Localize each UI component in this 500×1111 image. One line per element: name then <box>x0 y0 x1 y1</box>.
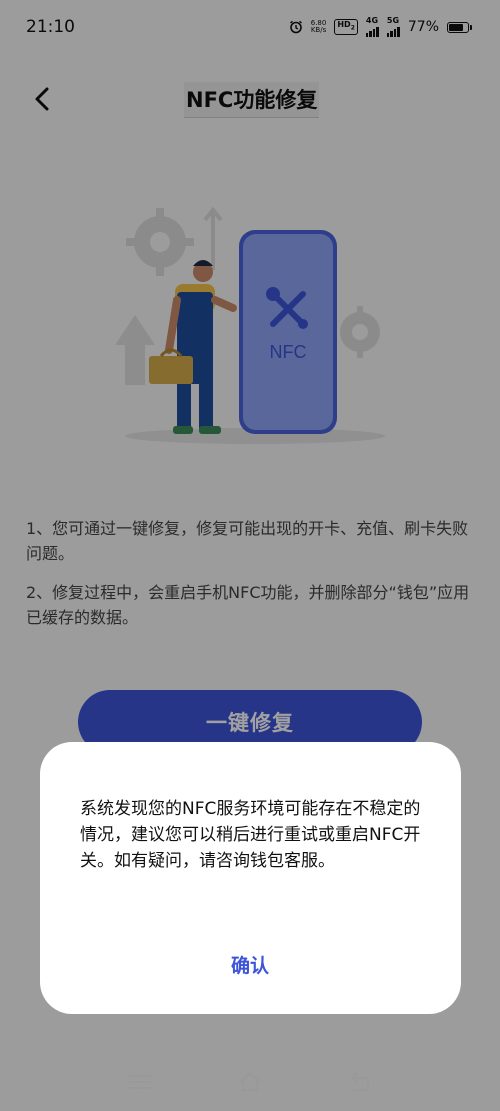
dialog-message: 系统发现您的NFC服务环境可能存在不稳定的情况，建议您可以稍后进行重试或重启NF… <box>80 799 421 871</box>
home-icon[interactable] <box>237 1070 263 1094</box>
back-icon[interactable] <box>348 1070 374 1094</box>
system-nav-bar <box>0 1052 500 1111</box>
confirm-button[interactable]: 确认 <box>190 942 310 986</box>
alert-dialog: 系统发现您的NFC服务环境可能存在不稳定的情况，建议您可以稍后进行重试或重启NF… <box>40 742 461 1014</box>
menu-icon[interactable] <box>127 1070 153 1094</box>
